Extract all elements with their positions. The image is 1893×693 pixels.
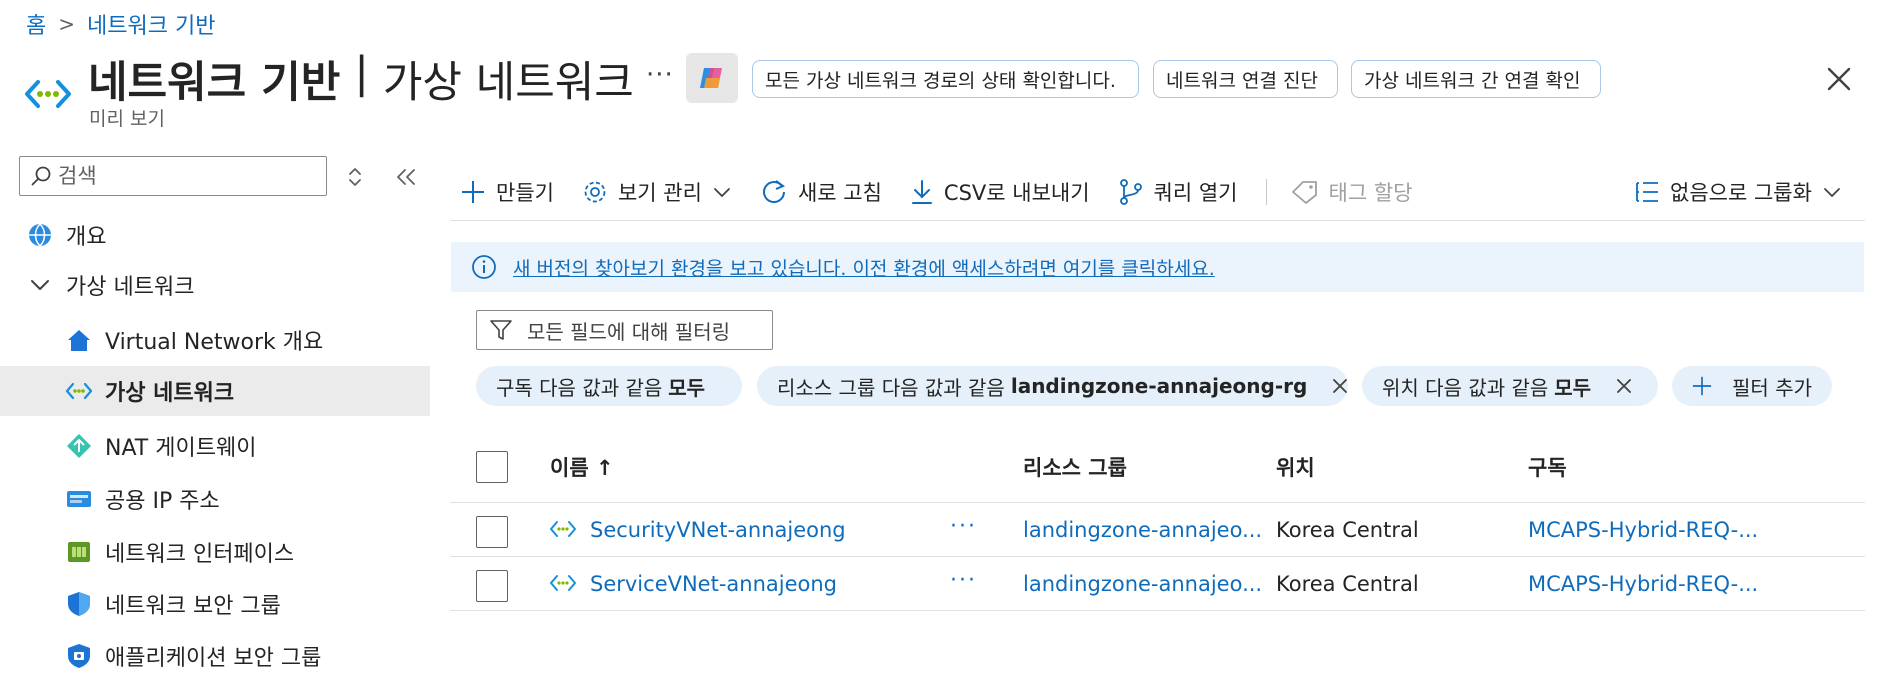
collapse-sidebar-icon[interactable] (393, 164, 419, 190)
sidebar-item-vnet-overview[interactable]: Virtual Network 개요 (0, 315, 430, 365)
remove-filter-icon[interactable] (1331, 377, 1349, 395)
sidebar-item-network-interfaces[interactable]: 네트워크 인터페이스 (0, 527, 430, 577)
prompt-chip-vnet-connectivity[interactable]: 가상 네트워크 간 연결 확인 (1351, 60, 1601, 98)
copilot-icon (700, 68, 722, 88)
sidebar-item-asg[interactable]: 애플리케이션 보안 그룹 (0, 631, 430, 681)
resource-name-link[interactable]: SecurityVNet-annajeong (590, 518, 846, 542)
sidebar-item-nat-gateway[interactable]: NAT 게이트웨이 (0, 421, 430, 471)
sidebar-item-public-ip[interactable]: 공용 IP 주소 (0, 474, 430, 524)
resource-group-link[interactable]: landingzone-annajeo... (1023, 572, 1262, 596)
sidebar-item-nsg[interactable]: 네트워크 보안 그룹 (0, 579, 430, 629)
filter-icon (490, 320, 512, 340)
more-options-button[interactable]: ··· (646, 60, 674, 90)
page-subtitle: 미리 보기 (89, 108, 165, 130)
sort-updown-icon[interactable] (344, 164, 366, 190)
query-branch-icon (1119, 179, 1142, 205)
vnet-icon (550, 575, 576, 591)
vnet-icon (65, 377, 93, 405)
chevron-down-icon (1824, 188, 1840, 198)
breadcrumb: 홈 > 네트워크 기반 (26, 8, 215, 40)
column-header-subscription[interactable]: 구독 (1528, 452, 1567, 482)
remove-filter-icon[interactable] (1615, 377, 1633, 395)
add-filter-button[interactable]: 필터 추가 (1672, 366, 1832, 406)
row-checkbox[interactable] (476, 570, 508, 602)
column-header-location[interactable]: 위치 (1276, 452, 1315, 482)
home-icon (65, 326, 93, 354)
sidebar-item-virtual-networks[interactable]: 가상 네트워크 (0, 366, 430, 416)
network-interface-icon (65, 538, 93, 566)
legacy-experience-link[interactable]: 새 버전의 찾아보기 환경을 보고 있습니다. 이전 환경에 액세스하려면 여기… (513, 254, 1215, 281)
filter-pill-location[interactable]: 위치 다음 값과 같음 모두 (1362, 366, 1658, 406)
breadcrumb-home[interactable]: 홈 (26, 8, 46, 40)
sidebar-group-virtual-network[interactable]: 가상 네트워크 (0, 260, 430, 310)
copilot-button[interactable] (686, 53, 738, 103)
subscription-link[interactable]: MCAPS-Hybrid-REQ-... (1528, 572, 1758, 596)
download-icon (911, 180, 932, 204)
resource-name-link[interactable]: ServiceVNet-annajeong (590, 572, 837, 596)
location-cell: Korea Central (1276, 572, 1419, 596)
chevron-down-icon (714, 188, 730, 198)
plus-icon (462, 181, 484, 203)
nsg-shield-icon (65, 590, 93, 618)
chevron-down-icon (26, 271, 54, 299)
filter-input[interactable]: 모든 필드에 대해 필터링 (476, 310, 773, 350)
chevron-right-icon: > (58, 12, 76, 36)
prompt-chip-route-status[interactable]: 모든 가상 네트워크 경로의 상태 확인합니다. (752, 60, 1139, 98)
globe-icon (26, 221, 54, 249)
subscription-link[interactable]: MCAPS-Hybrid-REQ-... (1528, 518, 1758, 542)
export-csv-button[interactable]: CSV로 내보내기 (910, 177, 1090, 207)
breadcrumb-current[interactable]: 네트워크 기반 (87, 8, 215, 40)
row-more-button[interactable]: ··· (950, 568, 977, 593)
vnet-icon (550, 521, 576, 537)
tag-icon (1291, 181, 1317, 204)
refresh-button[interactable]: 새로 고침 (760, 177, 882, 207)
close-icon[interactable] (1822, 62, 1856, 96)
page-title: 네트워크 기반 | 가상 네트워크 (88, 48, 634, 108)
command-bar: 만들기 보기 관리 새로 고침 CSV로 내보내기 쿼리 열기 태그 할당 (460, 172, 1440, 212)
filter-pill-resource-group[interactable]: 리소스 그룹 다음 값과 같음 landingzone-annajeong-rg (757, 366, 1348, 406)
column-header-name[interactable]: 이름 ↑ (550, 452, 614, 482)
resource-group-link[interactable]: landingzone-annajeo... (1023, 518, 1262, 542)
select-all-checkbox[interactable] (476, 451, 508, 483)
filter-pill-subscription[interactable]: 구독 다음 값과 같음 모두 (476, 366, 742, 406)
row-checkbox[interactable] (476, 516, 508, 548)
manage-view-button[interactable]: 보기 관리 (582, 177, 732, 207)
plus-icon (1692, 376, 1712, 396)
group-by-button[interactable]: 없음으로 그룹화 (1634, 172, 1842, 212)
create-button[interactable]: 만들기 (460, 177, 554, 207)
toolbar-divider-line (450, 220, 1865, 221)
search-icon (31, 166, 51, 186)
info-icon (472, 255, 496, 279)
vnet-icon (25, 80, 71, 108)
prompt-chip-connection-diagnose[interactable]: 네트워크 연결 진단 (1153, 60, 1338, 98)
sidebar-item-overview[interactable]: 개요 (0, 210, 430, 260)
open-query-button[interactable]: 쿼리 열기 (1118, 177, 1238, 207)
public-ip-icon (65, 485, 93, 513)
refresh-icon (762, 180, 785, 203)
gear-icon (584, 181, 606, 203)
list-group-icon (1636, 182, 1658, 202)
info-banner: 새 버전의 찾아보기 환경을 보고 있습니다. 이전 환경에 액세스하려면 여기… (451, 242, 1864, 292)
toolbar-divider (1265, 179, 1267, 205)
nat-gateway-icon (65, 432, 93, 460)
location-cell: Korea Central (1276, 518, 1419, 542)
row-more-button[interactable]: ··· (950, 514, 977, 539)
sidebar-search[interactable] (19, 156, 327, 196)
column-header-resource-group[interactable]: 리소스 그룹 (1023, 452, 1127, 482)
assign-tags-button[interactable]: 태그 할당 (1291, 177, 1412, 207)
asg-icon (65, 642, 93, 670)
sidebar-search-input[interactable] (58, 164, 308, 188)
